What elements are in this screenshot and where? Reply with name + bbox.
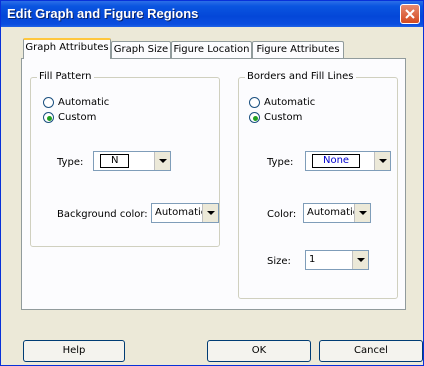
- radio-label: Custom: [264, 112, 303, 123]
- chevron-down-icon[interactable]: [374, 152, 390, 170]
- tab-graph-size[interactable]: Graph Size: [111, 41, 171, 58]
- radio-indicator-checked: [43, 112, 54, 123]
- radio-label: Automatic: [264, 97, 316, 108]
- edit-graph-dialog: Edit Graph and Figure Regions Graph Attr…: [0, 0, 424, 366]
- chevron-down-icon[interactable]: [352, 251, 368, 269]
- border-type-select[interactable]: None: [305, 151, 391, 171]
- title-bar: Edit Graph and Figure Regions: [1, 1, 423, 27]
- radio-indicator: [43, 97, 54, 108]
- border-size-select[interactable]: 1: [305, 250, 369, 270]
- radio-indicator: [249, 97, 260, 108]
- border-color-select[interactable]: Automatic: [303, 203, 371, 223]
- border-size-value: 1: [309, 254, 316, 265]
- background-color-value: Automatic: [155, 207, 207, 218]
- border-type-label: Type:: [267, 157, 294, 168]
- chevron-down-icon[interactable]: [154, 152, 170, 170]
- close-button[interactable]: [400, 4, 420, 24]
- radio-label: Automatic: [58, 97, 110, 108]
- borders-fill-lines-group: Borders and Fill Lines Automatic Custom …: [238, 71, 398, 299]
- cancel-button[interactable]: Cancel: [319, 340, 423, 362]
- close-icon: [405, 9, 415, 19]
- radio-indicator-checked: [249, 112, 260, 123]
- border-size-label: Size:: [267, 256, 291, 267]
- border-color-label: Color:: [267, 209, 297, 220]
- chevron-down-icon[interactable]: [202, 204, 218, 222]
- ok-button[interactable]: OK: [207, 340, 311, 362]
- fill-type-value: N: [100, 154, 130, 168]
- borders-legend: Borders and Fill Lines: [245, 71, 356, 83]
- tab-panel-graph-attributes: Fill Pattern Automatic Custom Type: N Ba…: [21, 58, 406, 310]
- background-color-label: Background color:: [57, 209, 148, 220]
- radio-label: Custom: [58, 112, 97, 123]
- fill-pattern-group: Fill Pattern Automatic Custom Type: N Ba…: [30, 71, 220, 247]
- fill-type-select[interactable]: N: [93, 151, 171, 171]
- border-type-value: None: [312, 154, 361, 168]
- tab-graph-attributes[interactable]: Graph Attributes: [23, 38, 111, 59]
- chevron-down-icon[interactable]: [354, 204, 370, 222]
- dialog-title: Edit Graph and Figure Regions: [7, 6, 199, 21]
- tab-figure-attributes[interactable]: Figure Attributes: [252, 41, 344, 58]
- border-color-value: Automatic: [307, 207, 359, 218]
- background-color-select[interactable]: Automatic: [151, 203, 219, 223]
- tab-figure-location[interactable]: Figure Location: [171, 41, 252, 58]
- fill-pattern-legend: Fill Pattern: [37, 71, 94, 83]
- help-button[interactable]: Help: [23, 340, 125, 362]
- fill-type-label: Type:: [57, 157, 84, 168]
